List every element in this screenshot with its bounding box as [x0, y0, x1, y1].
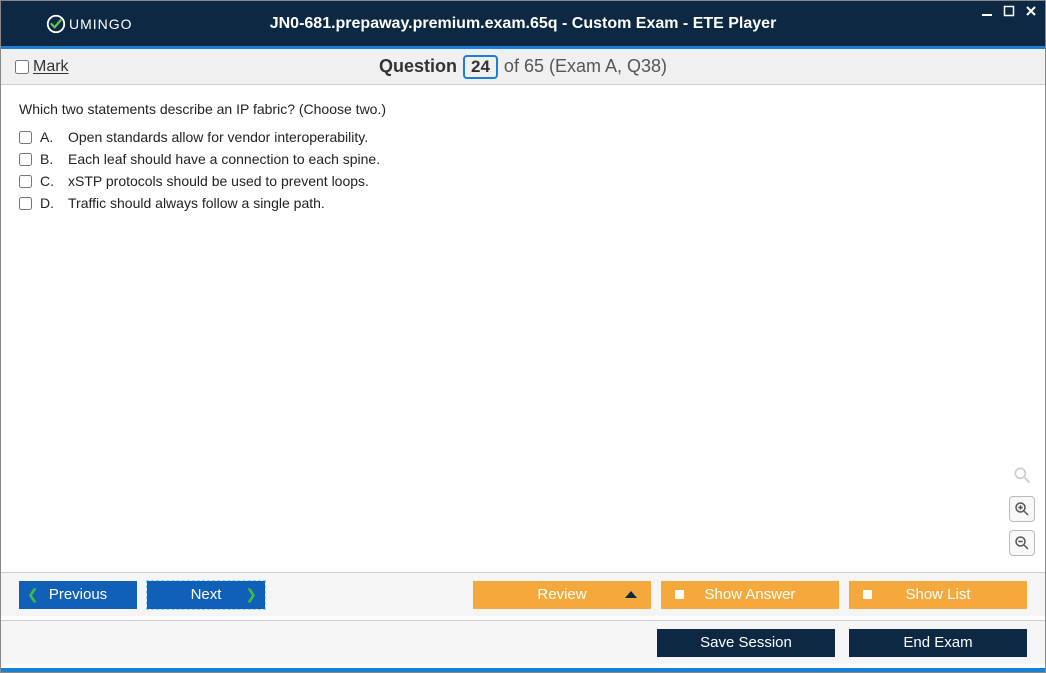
save-session-label: Save Session [700, 634, 792, 651]
answer-text: Open standards allow for vendor interope… [68, 129, 368, 145]
end-exam-label: End Exam [903, 634, 972, 651]
next-button[interactable]: Next ❯ [147, 581, 265, 609]
square-icon [863, 590, 872, 599]
answer-option[interactable]: C. xSTP protocols should be used to prev… [19, 173, 1027, 189]
previous-button[interactable]: ❮ Previous [19, 581, 137, 609]
question-content: Which two statements describe an IP fabr… [1, 85, 1045, 565]
review-button[interactable]: Review [473, 581, 651, 609]
answer-letter: C. [40, 173, 60, 189]
answer-letter: B. [40, 151, 60, 167]
answer-letter: D. [40, 195, 60, 211]
next-label: Next [191, 586, 222, 603]
answer-option[interactable]: B. Each leaf should have a connection to… [19, 151, 1027, 167]
maximize-icon[interactable] [1001, 3, 1017, 19]
triangle-up-icon [625, 591, 637, 598]
nav-toolbar: ❮ Previous Next ❯ Review Show Answer Sho… [1, 572, 1045, 616]
mark-checkbox-label[interactable]: Mark [15, 58, 69, 76]
save-session-button[interactable]: Save Session [657, 629, 835, 657]
zoom-in-button[interactable] [1009, 496, 1035, 522]
answer-text: xSTP protocols should be used to prevent… [68, 173, 369, 189]
answer-checkbox[interactable] [19, 197, 32, 210]
question-number: 24 [463, 55, 498, 79]
answer-checkbox[interactable] [19, 153, 32, 166]
mark-text: Mark [33, 58, 69, 76]
window-controls [979, 3, 1039, 19]
answer-checkbox[interactable] [19, 131, 32, 144]
end-exam-button[interactable]: End Exam [849, 629, 1027, 657]
answer-text: Traffic should always follow a single pa… [68, 195, 325, 211]
review-label: Review [537, 586, 586, 603]
answer-option[interactable]: D. Traffic should always follow a single… [19, 195, 1027, 211]
show-answer-label: Show Answer [705, 586, 796, 603]
question-counter: Question 24 of 65 (Exam A, Q38) [379, 55, 667, 79]
question-header: Mark Question 24 of 65 (Exam A, Q38) [1, 49, 1045, 85]
window-title: JN0-681.prepaway.premium.exam.65q - Cust… [270, 15, 777, 33]
zoom-controls [1009, 462, 1035, 556]
show-list-label: Show List [905, 586, 970, 603]
mark-checkbox[interactable] [15, 60, 29, 74]
search-icon[interactable] [1009, 462, 1035, 488]
square-icon [675, 590, 684, 599]
show-list-button[interactable]: Show List [849, 581, 1027, 609]
bottom-accent-bar [1, 668, 1045, 672]
check-circle-icon [45, 13, 67, 35]
titlebar: UMINGO JN0-681.prepaway.premium.exam.65q… [1, 1, 1045, 49]
chevron-right-icon: ❯ [245, 586, 257, 603]
question-word: Question [379, 56, 457, 77]
session-toolbar: Save Session End Exam [1, 620, 1045, 664]
answer-option[interactable]: A. Open standards allow for vendor inter… [19, 129, 1027, 145]
question-text: Which two statements describe an IP fabr… [19, 101, 1027, 117]
answer-letter: A. [40, 129, 60, 145]
answer-text: Each leaf should have a connection to ea… [68, 151, 380, 167]
chevron-left-icon: ❮ [27, 586, 39, 603]
brand-text: UMINGO [69, 16, 133, 32]
answer-checkbox[interactable] [19, 175, 32, 188]
close-icon[interactable] [1023, 3, 1039, 19]
minimize-icon[interactable] [979, 3, 995, 19]
question-of-text: of 65 (Exam A, Q38) [504, 56, 667, 77]
app-logo: UMINGO [45, 13, 133, 35]
answer-list: A. Open standards allow for vendor inter… [19, 129, 1027, 211]
show-answer-button[interactable]: Show Answer [661, 581, 839, 609]
zoom-out-button[interactable] [1009, 530, 1035, 556]
previous-label: Previous [49, 586, 107, 603]
